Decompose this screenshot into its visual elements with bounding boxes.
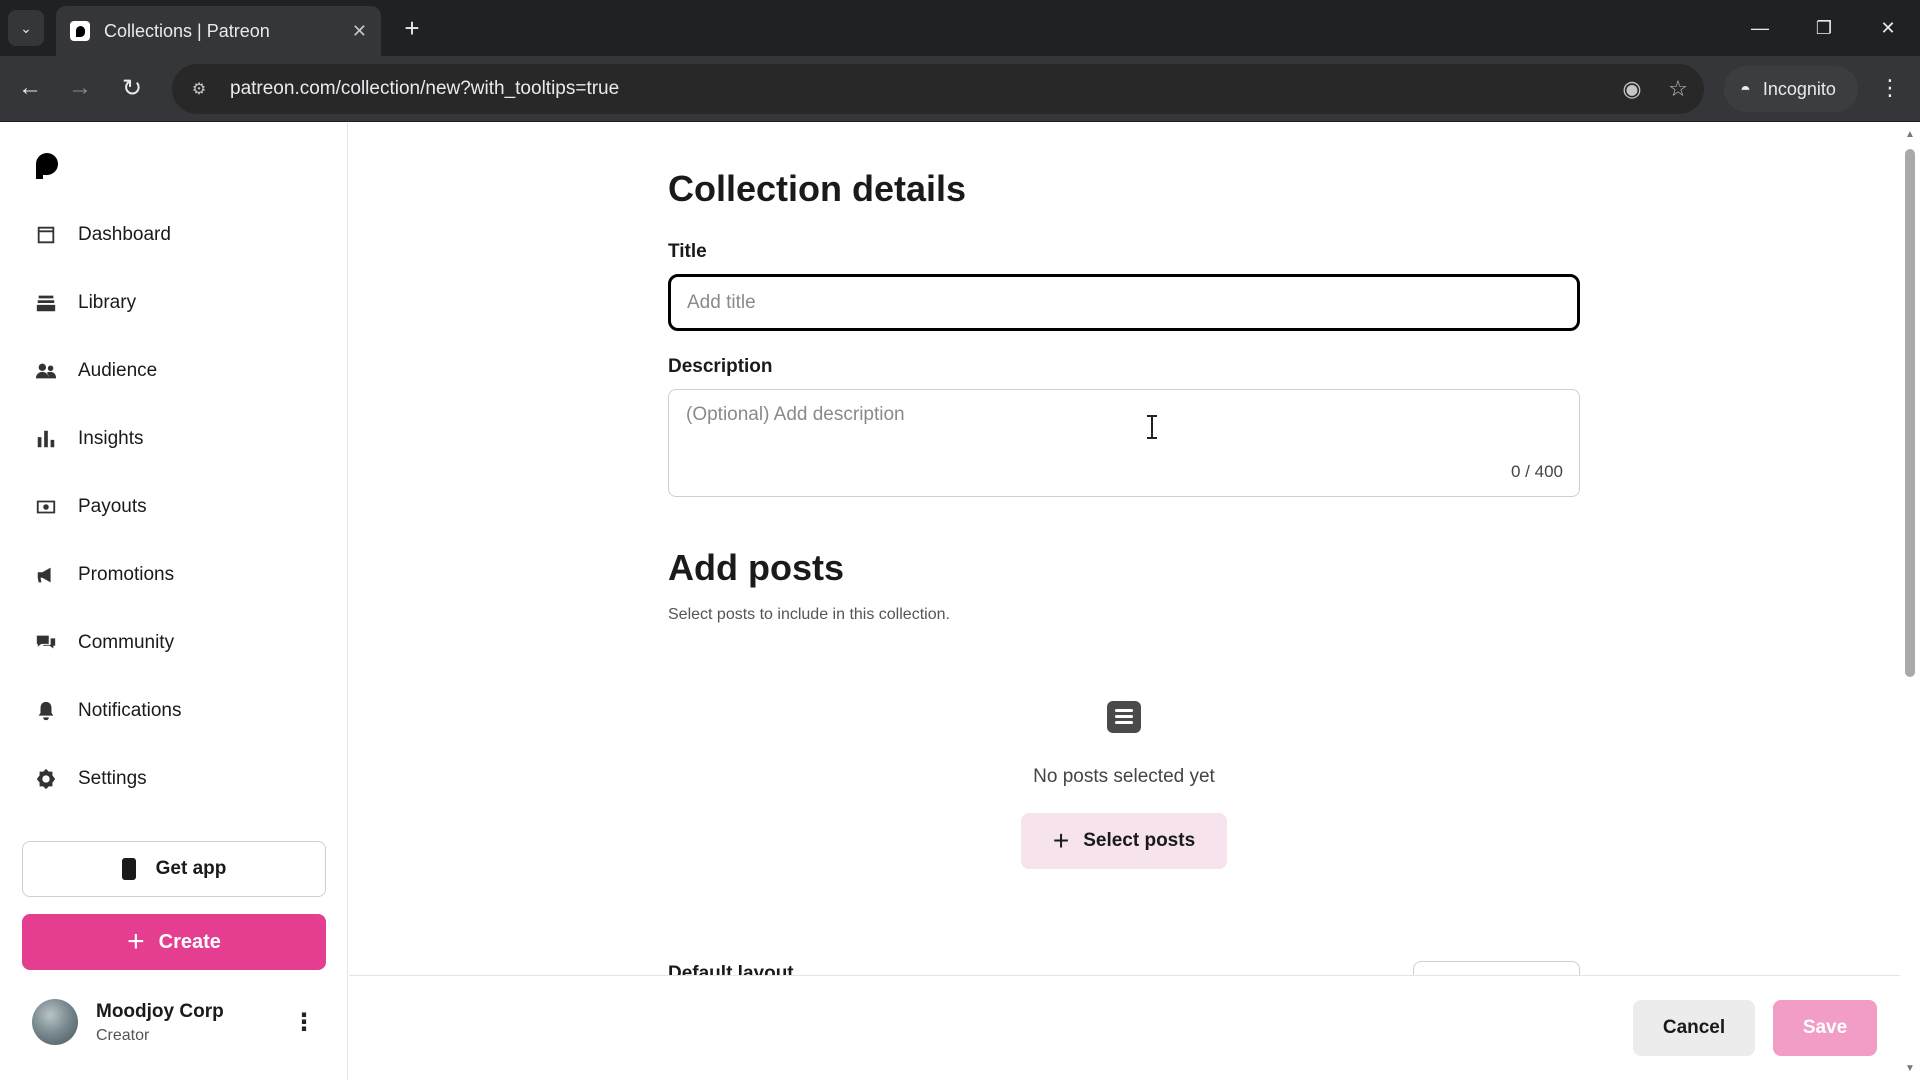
reload-button[interactable]: ↻ xyxy=(112,68,152,108)
settings-icon xyxy=(34,767,58,791)
incognito-icon: ◓ xyxy=(1740,78,1751,99)
community-icon xyxy=(34,631,58,655)
get-app-button[interactable]: Get app xyxy=(22,841,326,897)
select-posts-button[interactable]: + Select posts xyxy=(1021,813,1227,869)
address-bar-url[interactable]: patreon.com/collection/new?with_tooltips… xyxy=(230,78,1612,100)
scroll-down-icon[interactable]: ▼ xyxy=(1904,1063,1916,1075)
sidebar-item-label: Insights xyxy=(78,428,144,449)
incognito-indicator[interactable]: ◓ Incognito xyxy=(1724,66,1858,112)
sidebar-item-label: Notifications xyxy=(78,700,182,721)
patreon-logo-icon[interactable] xyxy=(36,153,58,179)
scrollbar-thumb[interactable] xyxy=(1905,149,1915,677)
profile-name: Moodjoy Corp xyxy=(96,1001,224,1022)
sidebar-item-label: Community xyxy=(78,632,175,653)
description-textarea[interactable] xyxy=(669,390,1579,496)
description-field-label: Description xyxy=(668,356,773,377)
default-layout-label: Default layout xyxy=(668,963,794,975)
browser-toolbar: ← → ↻ ⚙ patreon.com/collection/new?with_… xyxy=(0,56,1920,122)
tracking-protection-eye-off-icon[interactable]: ◉ xyxy=(1612,69,1652,109)
add-posts-heading: Add posts xyxy=(668,547,844,588)
sidebar-item-label: Settings xyxy=(78,768,147,789)
tab-search-button[interactable]: ⌄ xyxy=(8,10,44,46)
create-button[interactable]: + Create xyxy=(22,914,326,970)
sidebar-item-label: Payouts xyxy=(78,496,147,517)
browser-menu-button[interactable]: ⋮ xyxy=(1872,68,1908,108)
action-footer: Cancel Save xyxy=(349,975,1900,1080)
dashboard-icon xyxy=(34,223,58,247)
text-cursor-icon xyxy=(1147,415,1157,439)
scroll-up-icon[interactable]: ▲ xyxy=(1904,129,1916,141)
description-field[interactable]: 0 / 400 xyxy=(668,389,1580,497)
sidebar-item-label: Library xyxy=(78,292,137,313)
sidebar-item-audience[interactable]: Audience xyxy=(22,345,332,397)
page-scrollbar[interactable]: ▲ ▼ xyxy=(1900,123,1920,1080)
plus-icon: + xyxy=(1052,825,1070,856)
cancel-button[interactable]: Cancel xyxy=(1633,1000,1755,1056)
title-field-label: Title xyxy=(668,241,707,262)
document-list-icon xyxy=(1107,701,1141,733)
description-char-counter: 0 / 400 xyxy=(1511,462,1563,481)
create-label: Create xyxy=(158,930,221,953)
sidebar-item-library[interactable]: Library xyxy=(22,277,332,329)
sidebar-item-notifications[interactable]: Notifications xyxy=(22,685,332,737)
insights-icon xyxy=(34,427,58,451)
tab-close-icon[interactable]: ✕ xyxy=(352,21,367,42)
plus-icon: + xyxy=(127,925,145,958)
sidebar-item-insights[interactable]: Insights xyxy=(22,413,332,465)
site-info-icon[interactable]: ⚙ xyxy=(186,76,212,102)
main-content: Collection details Title Description 0 /… xyxy=(349,123,1900,975)
audience-icon xyxy=(34,359,58,383)
incognito-label: Incognito xyxy=(1762,78,1836,99)
sidebar: Dashboard Library Audience Insights Payo… xyxy=(0,123,348,1080)
forward-button[interactable]: → xyxy=(60,68,100,108)
title-input[interactable] xyxy=(668,274,1580,331)
add-posts-subtitle: Select posts to include in this collecti… xyxy=(668,606,950,623)
save-button[interactable]: Save xyxy=(1773,1000,1877,1056)
browser-tab-bar: ⌄ Collections | Patreon ✕ + — ❐ ✕ xyxy=(0,0,1920,56)
notifications-icon xyxy=(34,699,58,723)
bookmark-star-icon[interactable]: ☆ xyxy=(1658,69,1698,109)
new-tab-button[interactable]: + xyxy=(396,12,428,44)
address-bar[interactable]: ⚙ patreon.com/collection/new?with_toolti… xyxy=(172,64,1704,114)
avatar[interactable] xyxy=(32,999,78,1045)
phone-icon xyxy=(121,858,136,880)
sidebar-item-label: Promotions xyxy=(78,564,175,585)
promotions-icon xyxy=(34,563,58,587)
default-layout-select[interactable] xyxy=(1413,961,1580,975)
sidebar-item-label: Dashboard xyxy=(78,224,171,245)
select-posts-label: Select posts xyxy=(1083,830,1196,851)
back-button[interactable]: ← xyxy=(10,68,50,108)
patreon-favicon-icon xyxy=(70,21,90,41)
sidebar-item-payouts[interactable]: Payouts xyxy=(22,481,332,533)
sidebar-item-dashboard[interactable]: Dashboard xyxy=(22,209,332,261)
tab-title: Collections | Patreon xyxy=(104,20,270,41)
close-window-button[interactable]: ✕ xyxy=(1866,8,1910,48)
empty-state-text: No posts selected yet xyxy=(1033,766,1215,787)
sidebar-item-settings[interactable]: Settings xyxy=(22,753,332,805)
browser-tab-active[interactable]: Collections | Patreon ✕ xyxy=(56,6,381,56)
page-title: Collection details xyxy=(668,168,967,209)
library-icon xyxy=(34,291,58,315)
sidebar-item-label: Audience xyxy=(78,360,158,381)
profile-more-icon[interactable]: ⋮ xyxy=(292,1007,316,1037)
get-app-label: Get app xyxy=(155,858,227,879)
sidebar-item-community[interactable]: Community xyxy=(22,617,332,669)
profile-section[interactable]: Moodjoy Corp Creator ⋮ xyxy=(30,999,330,1059)
payouts-icon xyxy=(34,495,58,519)
profile-role: Creator xyxy=(96,1027,150,1044)
restore-window-button[interactable]: ❐ xyxy=(1802,8,1846,48)
minimize-window-button[interactable]: — xyxy=(1738,8,1782,48)
sidebar-item-promotions[interactable]: Promotions xyxy=(22,549,332,601)
